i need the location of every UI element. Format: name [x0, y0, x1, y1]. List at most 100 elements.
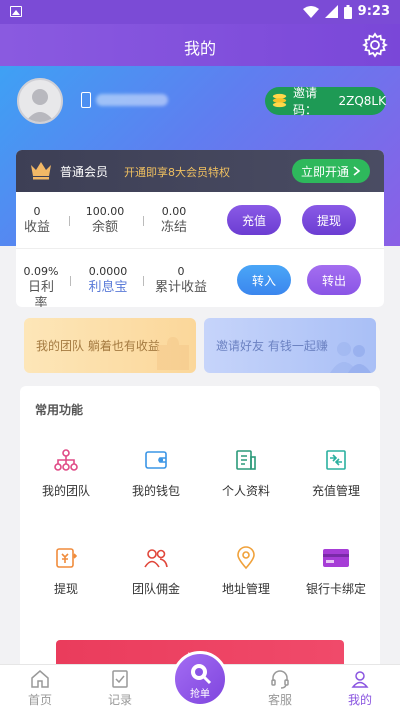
commission-icon: [144, 549, 168, 568]
tab-home[interactable]: 首页: [0, 669, 80, 708]
interest-stats-row: 0.09% 日利率 0.0000 利息宝 0 累计收益 转入 转出: [16, 254, 384, 307]
earnings-stat: 0 收益: [20, 204, 54, 236]
withdraw-label: 提现: [53, 582, 78, 596]
membership-promo: 开通即享8大会员特权: [124, 166, 230, 179]
invite-code-badge[interactable]: 邀请码： 2ZQ8LK: [265, 86, 387, 117]
grab-order-label: 抢单: [190, 689, 210, 700]
wifi-icon: [302, 5, 319, 18]
earnings-label: 收益: [23, 220, 50, 235]
page-title: 我的: [183, 39, 216, 58]
transfer-in-button[interactable]: 转入: [237, 265, 291, 295]
avatar[interactable]: [17, 78, 63, 124]
team-commission-item[interactable]: 团队佣金: [111, 546, 201, 597]
tab-customer-service-label: 客服: [267, 693, 292, 707]
total-earnings-value: 0: [177, 265, 185, 278]
transfer-out-button[interactable]: 转出: [307, 265, 361, 295]
bank-card-binding-label: 银行卡绑定: [305, 582, 366, 596]
grab-order-icon: [191, 664, 212, 685]
daily-rate-value: 0.09%: [23, 265, 59, 278]
home-icon: [31, 670, 49, 688]
profile-item[interactable]: 个人资料: [201, 448, 291, 499]
phone-icon: [81, 92, 91, 108]
wallet-icon: [145, 451, 167, 469]
signal-icon: [324, 5, 338, 18]
tab-home-label: 首页: [27, 693, 52, 707]
profile-label: 个人资料: [221, 484, 270, 498]
coin-stack-icon: [272, 93, 287, 108]
my-team-item[interactable]: 我的团队: [21, 448, 111, 499]
invite-friends-promo-card[interactable]: 邀请好友 有钱一起赚: [204, 318, 376, 373]
puzzle-icon: [157, 337, 189, 370]
balance-stat: 100.00 余额: [82, 204, 128, 236]
recharge-management-item[interactable]: 充值管理: [291, 448, 381, 499]
membership-level: 普通会员: [60, 165, 109, 179]
bank-card-binding-item[interactable]: 银行卡绑定: [291, 546, 381, 597]
open-membership-button[interactable]: 立即开通: [292, 159, 370, 183]
tab-mine[interactable]: 我的: [320, 669, 400, 708]
divider: [69, 216, 70, 226]
frozen-label: 冻结: [160, 220, 187, 235]
my-wallet-item[interactable]: 我的钱包: [111, 448, 201, 499]
team-tree-icon: [54, 449, 78, 471]
earnings-value: 0: [33, 205, 41, 218]
tab-records[interactable]: 记录: [80, 669, 160, 708]
location-icon: [237, 546, 255, 570]
divider: [16, 248, 384, 249]
invite-code-value: 2ZQ8LK: [338, 94, 387, 108]
people-icon: [330, 342, 371, 373]
divider: [70, 276, 71, 286]
daily-rate-label: 日利率: [27, 280, 54, 307]
frozen-value: 0.00: [161, 205, 187, 218]
my-team-promo-text: 我的团队 躺着也有收益: [36, 339, 160, 353]
tab-mine-label: 我的: [347, 693, 372, 707]
interest-treasure-label: 利息宝: [88, 280, 128, 295]
balance-label: 余额: [91, 220, 118, 235]
my-team-label: 我的团队: [41, 484, 90, 498]
total-earnings-stat: 0 累计收益: [154, 264, 208, 296]
tab-customer-service[interactable]: 客服: [240, 669, 320, 708]
bank-card-icon: [323, 549, 349, 567]
team-commission-label: 团队佣金: [131, 582, 180, 596]
my-wallet-label: 我的钱包: [131, 484, 180, 498]
recharge-button[interactable]: 充值: [227, 205, 281, 235]
withdraw-button[interactable]: 提现: [302, 205, 356, 235]
customer-service-icon: [271, 670, 289, 689]
balance-stats-row: 0 收益 100.00 余额 0.00 冻结 充值 提现: [16, 194, 384, 246]
frozen-stat: 0.00 冻结: [156, 204, 192, 236]
open-membership-label: 立即开通: [300, 164, 349, 179]
interest-treasure-stat[interactable]: 0.0000 利息宝: [84, 264, 132, 296]
address-management-item[interactable]: 地址管理: [201, 546, 291, 597]
interest-treasure-value: 0.0000: [88, 265, 128, 278]
common-functions-panel: 常用功能 我的团队 我的钱包 个人资料 充值管理 提现 团队佣金 地址管理 银行…: [20, 386, 380, 686]
title-bar: 我的: [0, 24, 400, 66]
crown-icon: [31, 162, 51, 180]
account-card: 普通会员 开通即享8大会员特权 立即开通 0 收益 100.00 余额 0.00…: [16, 150, 384, 307]
gear-icon[interactable]: [362, 32, 388, 58]
my-team-promo-card[interactable]: 我的团队 躺着也有收益: [24, 318, 196, 373]
divider: [143, 216, 144, 226]
address-management-label: 地址管理: [221, 582, 270, 596]
recharge-icon: [326, 450, 346, 470]
withdraw-item[interactable]: 提现: [21, 546, 111, 597]
invite-code-label: 邀请码：: [293, 86, 318, 117]
membership-bar: 普通会员 开通即享8大会员特权 立即开通: [16, 150, 384, 192]
record-icon: [112, 670, 128, 688]
tab-records-label: 记录: [107, 693, 132, 707]
divider: [143, 276, 144, 286]
status-bar: 9:23: [0, 0, 400, 24]
balance-value: 100.00: [85, 205, 125, 218]
grab-order-button[interactable]: 抢单: [172, 651, 228, 707]
image-icon: [10, 6, 22, 17]
invite-friends-promo-text: 邀请好友 有钱一起赚: [216, 339, 328, 353]
common-functions-heading: 常用功能: [35, 403, 84, 417]
system-indicators: 9:23: [302, 4, 390, 19]
daily-rate-stat: 0.09% 日利率: [22, 264, 60, 307]
profile-card-icon: [236, 450, 256, 470]
chevron-right-icon: [353, 166, 361, 176]
recharge-management-label: 充值管理: [311, 484, 360, 498]
withdraw-icon: [56, 548, 78, 568]
user-icon: [351, 671, 369, 688]
battery-icon: [343, 4, 352, 19]
clock: 9:23: [357, 4, 390, 19]
masked-phone-number: [96, 94, 168, 106]
